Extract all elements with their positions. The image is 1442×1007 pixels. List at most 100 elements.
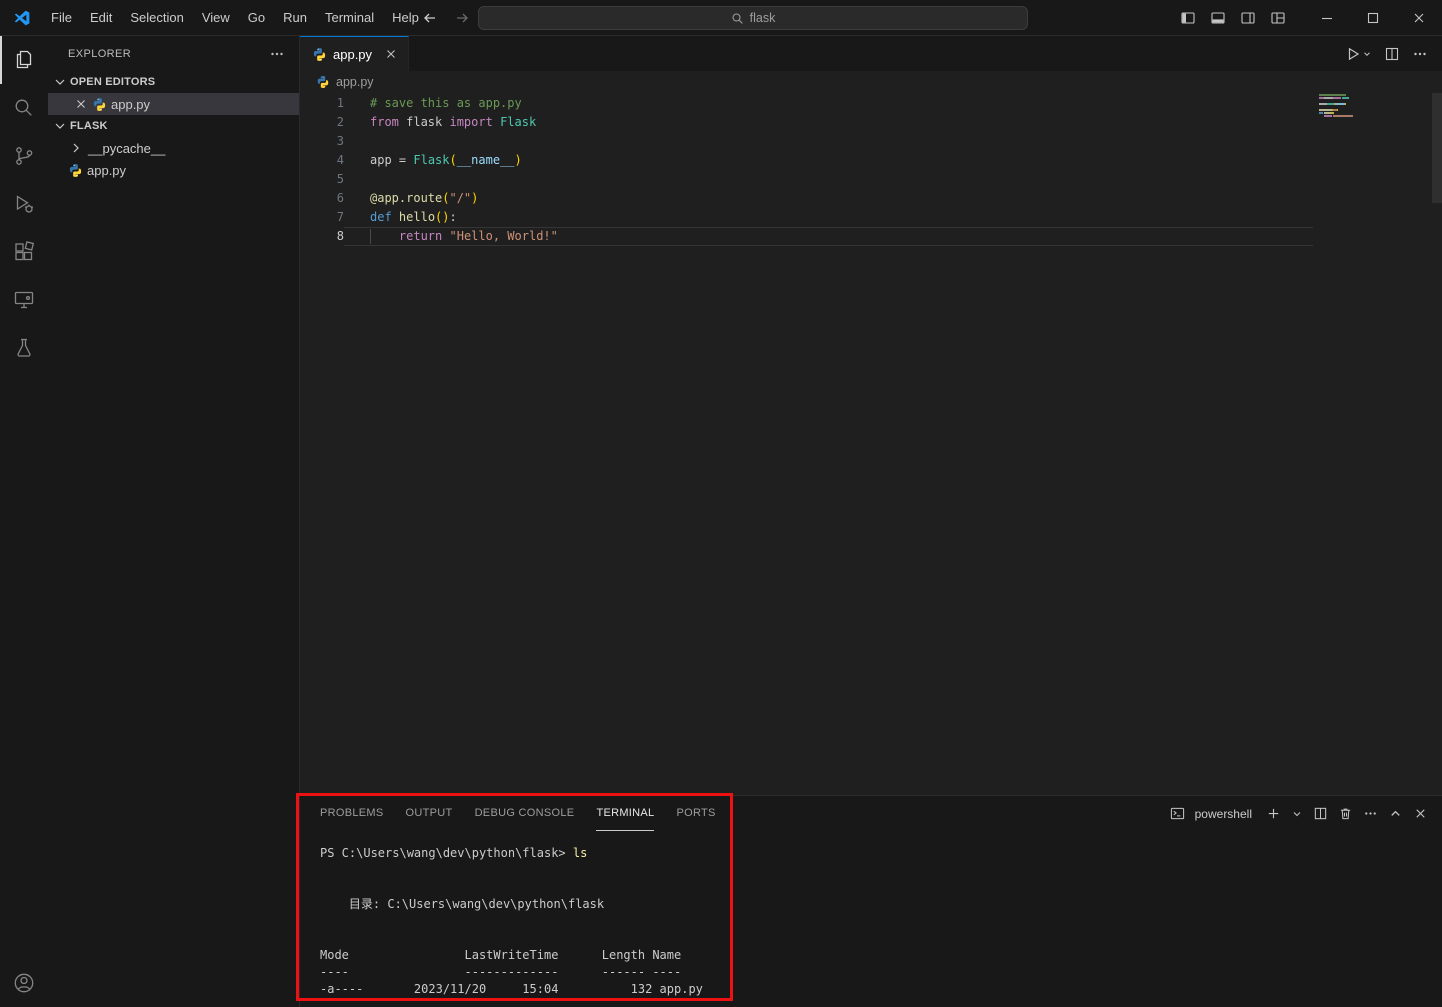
code-token: = (391, 153, 414, 167)
new-terminal-icon[interactable] (1266, 806, 1281, 821)
run-file-button[interactable] (1345, 46, 1372, 62)
back-arrow-button[interactable] (418, 6, 442, 30)
code-line-3[interactable]: 3 (300, 132, 1313, 151)
breadcrumb[interactable]: app.py (300, 71, 1442, 93)
close-panel-icon[interactable] (1413, 806, 1428, 821)
tab-close-icon[interactable] (384, 47, 398, 61)
remote-explorer-icon (14, 291, 34, 309)
breadcrumb-item[interactable]: app.py (336, 75, 374, 89)
python-file-icon (316, 75, 330, 89)
code-token: "Hello, World!" (449, 229, 558, 243)
activity-account[interactable] (0, 959, 48, 1007)
chevron-right-icon (68, 140, 84, 156)
panel-tab-debug-console[interactable]: DEBUG CONSOLE (475, 796, 575, 831)
code-line-1[interactable]: 1 # save this as app.py (300, 94, 1313, 113)
title-bar: File Edit Selection View Go Run Terminal Help f… (0, 0, 1442, 36)
editor-scrollbar[interactable] (1432, 93, 1442, 203)
code-line-4[interactable]: 4 app = Flask(__name__) (300, 151, 1313, 170)
line-number[interactable]: 8 (300, 227, 344, 246)
terminal-text: 目录: C:\Users\wang\dev\python\flask (320, 897, 605, 911)
command-center-search[interactable]: flask (478, 6, 1028, 30)
menu-terminal[interactable]: Terminal (316, 6, 383, 30)
extensions-icon (15, 241, 35, 261)
code-token: Flask (413, 153, 450, 167)
split-editor-icon[interactable] (1384, 46, 1400, 62)
menu-view[interactable]: View (193, 6, 239, 30)
line-number[interactable]: 3 (300, 132, 344, 151)
panel-tab-output[interactable]: OUTPUT (406, 796, 453, 831)
code-token: : (449, 210, 457, 224)
activity-extensions[interactable] (0, 228, 48, 276)
account-icon (14, 973, 34, 993)
customize-layout-icon[interactable] (1264, 0, 1292, 36)
activity-remote-explorer[interactable] (0, 276, 48, 324)
code-line-5[interactable]: 5 (300, 170, 1313, 189)
code-line-7[interactable]: 7 def hello(): (300, 208, 1313, 227)
maximize-button[interactable] (1350, 0, 1396, 36)
menu-run[interactable]: Run (274, 6, 316, 30)
more-actions-icon[interactable] (269, 46, 285, 62)
toggle-sidebar-icon[interactable] (1174, 0, 1202, 36)
terminal-text: ---- ------------- ------ ---- (320, 965, 682, 979)
code-token: "/" (449, 191, 472, 205)
line-number[interactable]: 6 (300, 189, 344, 208)
maximize-panel-icon[interactable] (1388, 806, 1403, 821)
minimize-button[interactable] (1304, 0, 1350, 36)
line-content: return "Hello, World!" (344, 227, 1313, 246)
close-editor-icon[interactable] (74, 97, 88, 111)
toggle-secondary-sidebar-icon[interactable] (1234, 0, 1262, 36)
code-line-2[interactable]: 2 from flask import Flask (300, 113, 1313, 132)
panel-tab-problems[interactable]: PROBLEMS (320, 796, 384, 831)
activity-run-debug[interactable] (0, 180, 48, 228)
activity-source-control[interactable] (0, 132, 48, 180)
editor-actions (1345, 36, 1442, 71)
code-line-6[interactable]: 6 @app.route("/") (300, 189, 1313, 208)
run-debug-icon (16, 195, 34, 213)
section-flask-root[interactable]: FLASK (48, 115, 299, 137)
folder-pycache[interactable]: __pycache__ (48, 137, 299, 159)
line-number[interactable]: 7 (300, 208, 344, 227)
panel-tab-ports[interactable]: PORTS (676, 796, 715, 831)
menu-selection[interactable]: Selection (121, 6, 192, 30)
tab-app-py[interactable]: app.py (300, 36, 410, 71)
line-content: @app.route("/") (344, 189, 1313, 208)
line-number[interactable]: 1 (300, 94, 344, 113)
code-token: ) (442, 210, 450, 224)
code-editor[interactable]: 1 # save this as app.py 2 from flask import… (300, 93, 1442, 795)
panel-tab-terminal[interactable]: TERMINAL (596, 796, 655, 831)
activity-testing[interactable] (0, 324, 48, 372)
menu-edit[interactable]: Edit (81, 6, 121, 30)
shell-label[interactable]: powershell (1195, 807, 1252, 821)
activity-search[interactable] (0, 84, 48, 132)
terminal-content[interactable]: PS C:\Users\wang\dev\python\flask> ls 目录… (300, 831, 1442, 1007)
line-number[interactable]: 4 (300, 151, 344, 170)
open-editor-label: app.py (111, 96, 151, 112)
more-actions-icon[interactable] (1412, 46, 1428, 62)
code-line-8[interactable]: 8 return "Hello, World!" (300, 227, 1313, 246)
activity-explorer[interactable] (0, 36, 48, 84)
close-window-button[interactable] (1396, 0, 1442, 36)
forward-arrow-button[interactable] (450, 6, 474, 30)
code-token: __name__ (456, 153, 515, 167)
line-number[interactable]: 2 (300, 113, 344, 132)
launch-profile-chevron-icon[interactable] (1291, 808, 1303, 820)
menu-file[interactable]: File (42, 6, 81, 30)
line-number[interactable]: 5 (300, 170, 344, 189)
section-open-editors[interactable]: OPEN EDITORS (48, 71, 299, 93)
minimap[interactable] (1313, 94, 1432, 118)
toggle-panel-icon[interactable] (1204, 0, 1232, 36)
menu-go[interactable]: Go (239, 6, 274, 30)
file-app-py[interactable]: app.py (48, 159, 299, 181)
python-file-icon (312, 47, 327, 62)
code-token: ( (449, 153, 457, 167)
minimap-line (1319, 112, 1432, 114)
kill-terminal-icon[interactable] (1338, 806, 1353, 821)
terminal-line: ---- ------------- ------ ---- (320, 964, 1442, 981)
minimap-line (1319, 115, 1432, 117)
more-actions-icon[interactable] (1363, 806, 1378, 821)
open-editor-item-app-py[interactable]: app.py (48, 93, 299, 115)
split-terminal-icon[interactable] (1313, 806, 1328, 821)
